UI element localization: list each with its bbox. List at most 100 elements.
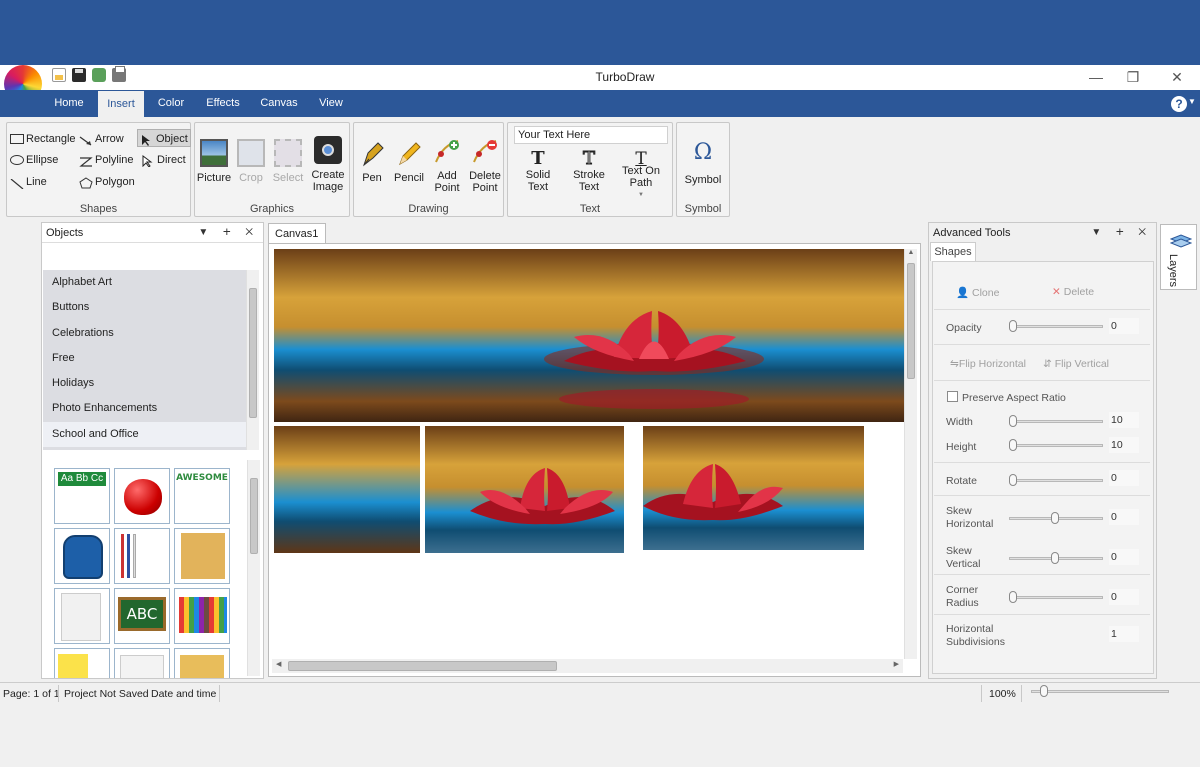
object-thumbnail-grid: Aa Bb Cc AWESOME ABC xyxy=(54,468,244,678)
scroll-left-icon[interactable]: ◀ xyxy=(276,660,281,668)
lotus-image-crop-2[interactable] xyxy=(425,426,624,553)
pen-button[interactable]: Pen xyxy=(357,139,387,184)
thumbnail-crayons[interactable] xyxy=(174,588,230,644)
thumbnail-apple[interactable] xyxy=(114,468,170,524)
thumbnail-folder[interactable] xyxy=(174,648,230,678)
category-item[interactable]: Buttons xyxy=(43,295,246,320)
add-point-button[interactable]: Add Point xyxy=(430,137,464,194)
horizontal-subdivisions-value[interactable]: 1 xyxy=(1109,626,1139,642)
direct-tool[interactable]: Direct xyxy=(141,151,186,169)
zoom-slider[interactable] xyxy=(1031,690,1169,693)
opacity-value[interactable]: 0 xyxy=(1109,318,1139,334)
menu-canvas[interactable]: Canvas xyxy=(255,90,303,117)
drawing-canvas[interactable]: ▲ xyxy=(268,243,921,677)
thumbnail-scroll-thumb[interactable] xyxy=(250,478,258,554)
thumbnail-backpack[interactable] xyxy=(54,528,110,584)
chalkboard-text: ABC xyxy=(118,597,166,631)
category-item[interactable]: Free xyxy=(43,346,246,371)
thumbnail-mail[interactable] xyxy=(114,648,170,678)
thumbnail-alphabet[interactable]: Aa Bb Cc xyxy=(54,468,110,524)
create-image-button[interactable]: Create Image xyxy=(309,136,347,193)
lotus-image-crop-3[interactable] xyxy=(643,426,864,550)
panel-controls-icon[interactable]: ▼ 🞤 ✕ xyxy=(198,223,259,243)
arrow-tool[interactable]: Arrow xyxy=(79,130,124,148)
thumbnail-pens[interactable] xyxy=(114,528,170,584)
scroll-right-icon[interactable]: ▶ xyxy=(894,660,899,668)
canvas-hscroll-thumb[interactable] xyxy=(288,661,557,671)
thumbnail-awesome[interactable]: AWESOME xyxy=(174,468,230,524)
zoom-level: 100% xyxy=(989,688,1016,700)
height-slider[interactable] xyxy=(1011,444,1103,447)
category-item[interactable]: Celebrations xyxy=(43,321,246,346)
skew-horizontal-value[interactable]: 0 xyxy=(1109,509,1139,525)
select-button[interactable]: Select xyxy=(271,139,305,184)
delete-button[interactable]: ✕ Delete xyxy=(1052,286,1094,298)
stroke-text-button[interactable]: T Stroke Text xyxy=(570,149,608,193)
help-icon[interactable]: ? xyxy=(1171,96,1187,112)
text-input[interactable] xyxy=(514,126,668,144)
add-point-icon xyxy=(433,137,461,165)
corner-radius-slider-knob[interactable] xyxy=(1009,591,1017,603)
canvas-horizontal-scrollbar[interactable]: ◀ ▶ xyxy=(272,659,903,673)
rotate-value[interactable]: 0 xyxy=(1109,470,1139,486)
opacity-slider[interactable] xyxy=(1011,325,1103,328)
category-item[interactable]: Holidays xyxy=(43,371,246,396)
category-scroll-thumb[interactable] xyxy=(249,288,257,418)
crop-button[interactable]: Crop xyxy=(234,139,268,184)
skew-vertical-slider-knob[interactable] xyxy=(1051,552,1059,564)
picture-button[interactable]: Picture xyxy=(196,139,232,184)
symbol-button[interactable]: Ω Symbol xyxy=(682,140,724,186)
menu-insert[interactable]: Insert xyxy=(98,90,144,117)
tab-shapes[interactable]: Shapes xyxy=(930,242,976,261)
menu-view[interactable]: View xyxy=(311,90,351,117)
category-item[interactable]: Photo Enhancements xyxy=(43,396,246,421)
skew-vertical-value[interactable]: 0 xyxy=(1109,549,1139,565)
height-value[interactable]: 10 xyxy=(1109,437,1139,453)
zoom-slider-knob[interactable] xyxy=(1040,685,1048,697)
thumbnail-scrollbar[interactable] xyxy=(247,460,260,676)
opacity-slider-knob[interactable] xyxy=(1009,320,1017,332)
flip-vertical-button[interactable]: ⇵ Flip Vertical xyxy=(1043,358,1109,370)
polyline-tool[interactable]: Polyline xyxy=(79,151,134,169)
scroll-up-icon[interactable]: ▲ xyxy=(905,249,917,256)
corner-radius-value[interactable]: 0 xyxy=(1109,589,1139,605)
menu-effects[interactable]: Effects xyxy=(199,90,247,117)
canvas-vscroll-thumb[interactable] xyxy=(907,263,915,379)
thumbnail-chalkboard[interactable]: ABC xyxy=(114,588,170,644)
object-tool[interactable]: Object xyxy=(137,129,191,147)
menu-color[interactable]: Color xyxy=(151,90,191,117)
thumbnail-envelope[interactable] xyxy=(174,528,230,584)
objects-panel-header: Objects ▼ 🞤 ✕ xyxy=(42,223,263,243)
category-item[interactable]: Alphabet Art xyxy=(43,270,246,295)
maximize-button[interactable]: ❐ xyxy=(1118,67,1148,87)
tab-canvas1[interactable]: Canvas1 xyxy=(268,223,326,243)
close-button[interactable]: ✕ xyxy=(1162,67,1192,87)
thumbnail-sticky[interactable] xyxy=(54,648,110,678)
rotate-slider-knob[interactable] xyxy=(1009,474,1017,486)
rotate-slider[interactable] xyxy=(1011,479,1103,482)
menu-home[interactable]: Home xyxy=(47,90,91,117)
corner-radius-slider[interactable] xyxy=(1011,596,1103,599)
skew-horizontal-slider-knob[interactable] xyxy=(1051,512,1059,524)
text-on-path-dropdown-icon[interactable]: ▼ xyxy=(621,189,661,201)
lotus-image-large[interactable] xyxy=(274,249,904,422)
minimize-button[interactable]: — xyxy=(1081,67,1111,87)
category-scrollbar[interactable] xyxy=(246,270,259,450)
solid-text-button[interactable]: T Solid Text xyxy=(519,150,557,194)
height-slider-knob[interactable] xyxy=(1009,439,1017,451)
category-item-selected[interactable]: School and Office xyxy=(43,421,246,448)
ellipse-tool[interactable]: Ellipse xyxy=(10,151,58,169)
panel-controls-icon[interactable]: ▼ 🞤 ✕ xyxy=(1091,223,1152,243)
lotus-image-crop-1[interactable] xyxy=(274,426,420,553)
canvas-vertical-scrollbar[interactable]: ▲ xyxy=(904,249,917,659)
clone-button[interactable]: 👤 Clone xyxy=(956,286,999,299)
pencil-button[interactable]: Pencil xyxy=(393,139,425,184)
text-on-path-button[interactable]: T Text On Path ▼ xyxy=(621,150,661,201)
delete-point-button[interactable]: Delete Point xyxy=(468,137,502,194)
thumbnail-binder[interactable] xyxy=(54,588,110,644)
rectangle-tool[interactable]: Rectangle xyxy=(10,130,76,148)
line-tool[interactable]: Line xyxy=(10,173,47,191)
polygon-tool[interactable]: Polygon xyxy=(79,173,135,191)
help-dropdown-icon[interactable]: ▼ xyxy=(1188,97,1196,106)
flip-horizontal-button[interactable]: ⇋Flip Horizontal xyxy=(950,358,1026,370)
